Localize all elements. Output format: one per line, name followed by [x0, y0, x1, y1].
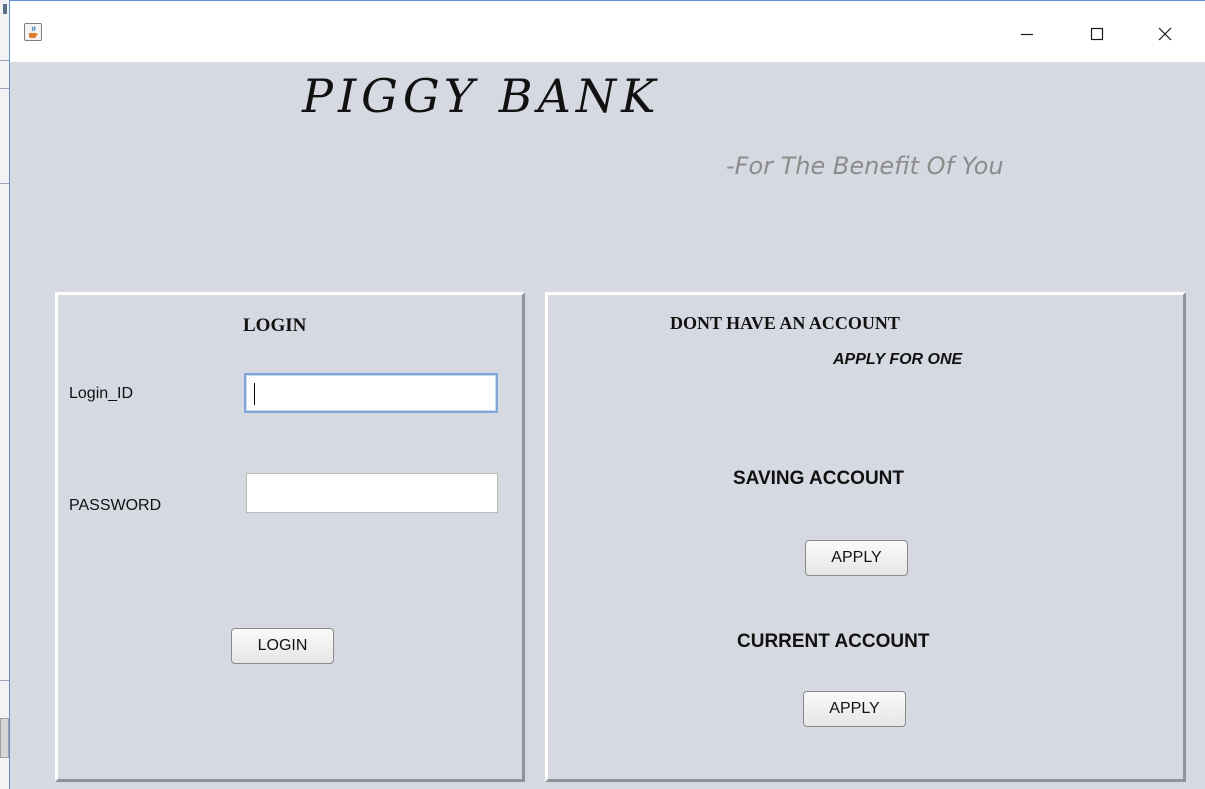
saving-account-label: SAVING ACCOUNT	[733, 468, 904, 489]
no-account-heading: DONT HAVE AN ACCOUNT	[670, 313, 900, 333]
edge-mark	[3, 4, 7, 14]
maximize-button[interactable]	[1074, 19, 1120, 49]
edge-tick	[0, 60, 9, 61]
edge-tick	[0, 88, 9, 89]
minimize-button[interactable]	[1004, 19, 1050, 49]
login-heading: LOGIN	[243, 315, 307, 336]
current-account-label: CURRENT ACCOUNT	[737, 631, 930, 652]
title-bar[interactable]	[10, 1, 1205, 62]
current-apply-button[interactable]: APPLY	[803, 691, 906, 727]
login-panel: LOGIN Login_ID PASSWORD LOGIN	[55, 292, 525, 782]
saving-apply-button[interactable]: APPLY	[805, 540, 908, 576]
java-cup-icon	[24, 23, 42, 41]
password-input[interactable]	[246, 473, 498, 513]
password-label: PASSWORD	[69, 497, 162, 514]
app-window: PIGGY BANK -For The Benefit Of You LOGIN…	[9, 0, 1205, 789]
login-id-label: Login_ID	[69, 385, 134, 402]
close-button[interactable]	[1142, 19, 1188, 49]
edge-tick	[0, 680, 9, 681]
login-id-input[interactable]	[244, 373, 498, 413]
text-caret	[254, 383, 255, 405]
edge-cap	[0, 718, 9, 758]
minimize-icon	[1021, 33, 1033, 36]
maximize-icon	[1090, 27, 1104, 41]
edge-tick	[0, 183, 9, 184]
background-window-edge	[0, 0, 9, 789]
app-tagline: -For The Benefit Of You	[726, 152, 1004, 180]
apply-panel: DONT HAVE AN ACCOUNT APPLY FOR ONE SAVIN…	[545, 292, 1186, 782]
close-icon	[1158, 27, 1172, 41]
apply-subheading: APPLY FOR ONE	[833, 351, 963, 368]
login-button[interactable]: LOGIN	[231, 628, 334, 664]
app-title: PIGGY BANK	[302, 69, 661, 123]
